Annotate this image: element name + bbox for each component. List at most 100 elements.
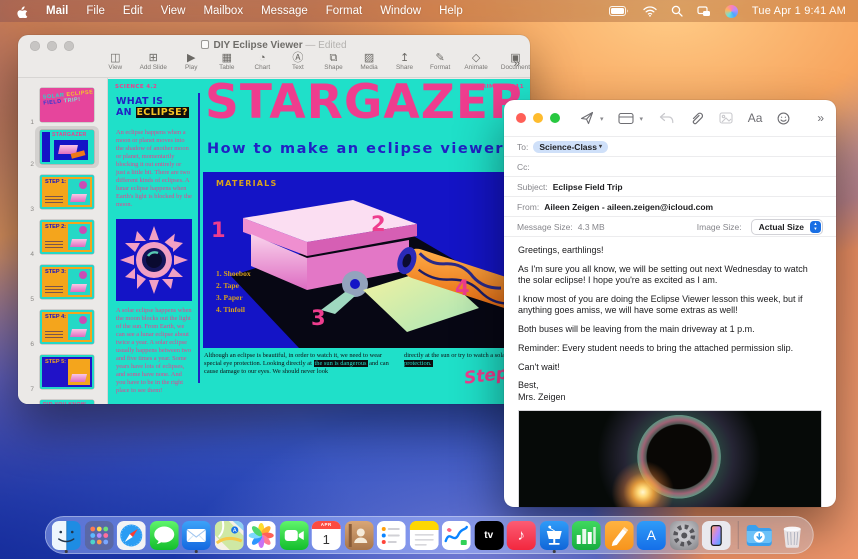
emoji-icon[interactable] bbox=[769, 108, 797, 128]
format-button[interactable]: Aa bbox=[741, 108, 769, 128]
message-size-value: 4.3 MB bbox=[578, 222, 605, 232]
send-chevron-icon[interactable]: ▾ bbox=[600, 115, 604, 123]
slide-thumbnail-5[interactable]: 5 STEP 3: bbox=[18, 263, 108, 305]
dock-iphone-mirroring[interactable] bbox=[702, 521, 731, 550]
dock-photos[interactable] bbox=[247, 521, 276, 550]
dock-notes[interactable] bbox=[409, 521, 438, 550]
slide-thumbnail-7[interactable]: 7 STEP 5: bbox=[18, 353, 108, 395]
menu-message[interactable]: Message bbox=[261, 5, 308, 17]
slide-whatis-heading: WHAT IS AN ECLIPSE? bbox=[116, 97, 189, 118]
menu-format[interactable]: Format bbox=[326, 5, 362, 17]
slide-thumbnail-4[interactable]: 4 STEP 2: bbox=[18, 218, 108, 260]
slide-thumbnail-6[interactable]: 6 STEP 4: bbox=[18, 308, 108, 350]
dock-facetime[interactable] bbox=[279, 521, 308, 550]
minimize-button[interactable] bbox=[533, 113, 543, 123]
dock-contacts[interactable] bbox=[344, 521, 373, 550]
dock-maps[interactable]: A bbox=[214, 521, 243, 550]
slide-thumbnail-2-selected[interactable]: 2 STARGAZER bbox=[18, 128, 108, 170]
menu-window[interactable]: Window bbox=[380, 5, 421, 17]
dock-numbers[interactable] bbox=[572, 521, 601, 550]
screen-mirroring-icon[interactable] bbox=[697, 6, 711, 17]
toolbar-button[interactable]: ▦ Table bbox=[215, 52, 238, 71]
zoom-button[interactable] bbox=[550, 113, 560, 123]
keynote-titlebar: DIY Eclipse Viewer — Edited bbox=[18, 35, 530, 52]
dock-messages[interactable] bbox=[149, 521, 178, 550]
dock-pages[interactable] bbox=[604, 521, 633, 550]
reply-icon bbox=[651, 108, 681, 128]
menu-app-name[interactable]: Mail bbox=[46, 5, 68, 17]
dock-downloads[interactable] bbox=[745, 521, 774, 550]
mail-toolbar: ▾ ▾ Aa » bbox=[504, 100, 836, 136]
dock-keynote[interactable] bbox=[539, 521, 568, 550]
body-paragraph: Best, Mrs. Zeigen bbox=[518, 380, 822, 403]
menu-mailbox[interactable]: Mailbox bbox=[203, 5, 243, 17]
message-body-editor[interactable]: Greetings, earthlings! As I'm sure you al… bbox=[504, 237, 836, 403]
body-paragraph: Greetings, earthlings! bbox=[518, 245, 822, 256]
body-paragraph: As I'm sure you all know, we will be set… bbox=[518, 264, 822, 287]
slide-thumbnail-3[interactable]: 3 STEP 1: bbox=[18, 173, 108, 215]
body-paragraph: Can't wait! bbox=[518, 362, 822, 373]
toolbar-button[interactable]: Ⓐ Text bbox=[287, 52, 310, 71]
menubar-clock[interactable]: Tue Apr 1 9:41 AM bbox=[752, 5, 846, 17]
materials-list: 1. Shoebox2. Tape3. Paper4. Tinfoil bbox=[216, 268, 251, 316]
toolbar-button[interactable]: ◇ Animate bbox=[464, 52, 487, 71]
menu-view[interactable]: View bbox=[161, 5, 186, 17]
header-fields-chevron-icon[interactable]: ▾ bbox=[640, 115, 644, 123]
image-size-select[interactable]: Actual Size ▲▼ bbox=[751, 219, 823, 235]
slide-thumbnail-8[interactable]: 8 DID YOU KNOW bbox=[18, 398, 108, 404]
toolbar-overflow-button[interactable]: » bbox=[513, 56, 520, 70]
dock-reminders[interactable] bbox=[377, 521, 406, 550]
to-field[interactable]: To: Science-Class▾ bbox=[504, 137, 836, 157]
toolbar-button[interactable]: ◫ View bbox=[104, 52, 127, 71]
dock-launchpad[interactable] bbox=[84, 521, 113, 550]
dock-freeform[interactable] bbox=[442, 521, 471, 550]
send-icon[interactable] bbox=[576, 108, 598, 128]
toolbar-button[interactable]: ✎ Format bbox=[429, 52, 452, 71]
materials-list-item: 3. Paper bbox=[216, 292, 251, 304]
dock-system-settings[interactable] bbox=[669, 521, 698, 550]
attach-icon[interactable] bbox=[681, 108, 711, 128]
materials-illustration bbox=[203, 172, 523, 348]
toolbar-button[interactable]: ▨ Media bbox=[358, 52, 381, 71]
search-icon[interactable] bbox=[671, 5, 683, 17]
material-number-2: 2 bbox=[371, 212, 386, 236]
dock-app-store[interactable]: A bbox=[637, 521, 666, 550]
menu-file[interactable]: File bbox=[86, 5, 105, 17]
desktop-wallpaper: Mail File Edit View Mailbox Message Form… bbox=[0, 0, 858, 559]
dock: A APR 1 tv ♪ bbox=[45, 516, 814, 554]
wifi-icon[interactable] bbox=[643, 6, 657, 17]
recipient-token[interactable]: Science-Class▾ bbox=[533, 141, 608, 153]
apple-icon[interactable] bbox=[16, 4, 28, 18]
dock-apple-tv[interactable]: tv bbox=[474, 521, 503, 550]
toolbar-button[interactable]: ◔ Chart bbox=[251, 52, 274, 71]
highlighted-phrase: the sun is dangerous bbox=[314, 360, 368, 367]
menu-edit[interactable]: Edit bbox=[123, 5, 143, 17]
dock-mail[interactable] bbox=[182, 521, 211, 550]
dock-finder[interactable] bbox=[52, 521, 81, 550]
dock-safari[interactable] bbox=[117, 521, 146, 550]
toolbar-button[interactable]: ▶ Play bbox=[180, 52, 203, 71]
slide-thumbnail-1[interactable]: 1 SOLAR ECLIPSE FIELD TRIP! bbox=[18, 86, 108, 128]
from-field[interactable]: From: Aileen Zeigen - aileen.zeigen@iclo… bbox=[504, 197, 836, 217]
body-paragraph: I know most of you are doing the Eclipse… bbox=[518, 294, 822, 317]
toolbar-button[interactable]: ⧉ Shape bbox=[322, 52, 345, 71]
subject-field[interactable]: Subject: Eclipse Field Trip bbox=[504, 177, 836, 197]
dock-trash[interactable] bbox=[777, 521, 806, 550]
toolbar-button[interactable]: ↥ Share bbox=[393, 52, 416, 71]
eclipse-photo-attachment[interactable] bbox=[518, 410, 822, 507]
header-fields-icon[interactable] bbox=[614, 108, 638, 128]
siri-icon[interactable] bbox=[725, 5, 738, 18]
calendar-month: APR bbox=[312, 521, 341, 529]
close-button[interactable] bbox=[516, 113, 526, 123]
document-icon bbox=[201, 40, 209, 49]
music-note-icon: ♪ bbox=[518, 527, 526, 544]
dock-music[interactable]: ♪ bbox=[507, 521, 536, 550]
toolbar-overflow-button[interactable]: » bbox=[817, 111, 824, 125]
dock-calendar[interactable]: APR 1 bbox=[312, 521, 341, 550]
menu-help[interactable]: Help bbox=[439, 5, 463, 17]
battery-icon[interactable] bbox=[609, 6, 629, 16]
toolbar-icon: ◇ bbox=[472, 52, 480, 64]
cc-field[interactable]: Cc: bbox=[504, 157, 836, 177]
toolbar-button[interactable]: ⊞ Add Slide bbox=[140, 52, 167, 71]
slide-canvas[interactable]: SCIENCE 4.2 EXPERIMENT #11 WHAT IS AN EC… bbox=[108, 79, 530, 404]
